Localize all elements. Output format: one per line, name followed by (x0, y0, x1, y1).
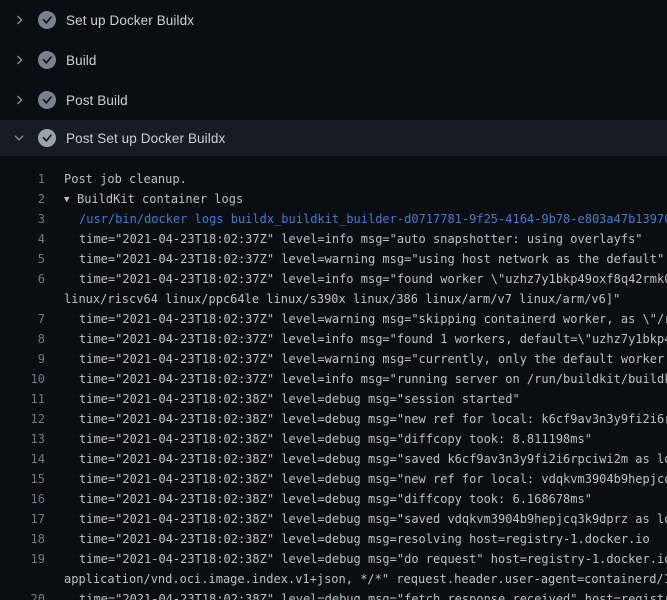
log-text: time="2021-04-23T18:02:37Z" level=warnin… (79, 309, 667, 329)
log-line: 13 time="2021-04-23T18:02:38Z" level=debu… (0, 429, 667, 449)
steps-list: Set up Docker Buildx Build Post Build Post … (0, 0, 667, 156)
chevron-right-icon (12, 52, 26, 68)
log-line: 4 time="2021-04-23T18:02:37Z" level=info … (0, 229, 667, 249)
log-line: 7 time="2021-04-23T18:02:37Z" level=warni… (0, 309, 667, 329)
line-number[interactable]: 2 (0, 189, 45, 209)
log-text: Post job cleanup. (64, 169, 187, 189)
line-number[interactable]: 15 (0, 469, 45, 489)
log-text: time="2021-04-23T18:02:38Z" level=debug … (79, 549, 667, 569)
log-line: 5 time="2021-04-23T18:02:37Z" level=warni… (0, 249, 667, 269)
log-viewer: 1 Post job cleanup. 2 ▼BuildKit container l… (0, 156, 667, 600)
line-number[interactable]: 9 (0, 349, 45, 369)
line-number[interactable]: 4 (0, 229, 45, 249)
line-number (0, 289, 45, 309)
check-circle-icon (38, 129, 56, 147)
log-line: 2 ▼BuildKit container logs (0, 189, 667, 209)
line-number[interactable]: 20 (0, 589, 45, 600)
log-text: time="2021-04-23T18:02:37Z" level=warnin… (79, 249, 664, 269)
log-text: time="2021-04-23T18:02:37Z" level=info m… (79, 329, 667, 349)
line-number[interactable]: 11 (0, 389, 45, 409)
line-number[interactable]: 6 (0, 269, 45, 289)
log-text: time="2021-04-23T18:02:37Z" level=info m… (79, 269, 667, 289)
step-label: Post Set up Docker Buildx (66, 131, 225, 146)
log-text: time="2021-04-23T18:02:38Z" level=debug … (79, 509, 667, 529)
log-line: 9 time="2021-04-23T18:02:37Z" level=warni… (0, 349, 667, 369)
log-text: time="2021-04-23T18:02:37Z" level=info m… (79, 369, 667, 389)
line-number[interactable]: 17 (0, 509, 45, 529)
chevron-right-icon (12, 12, 26, 28)
log-line: 8 time="2021-04-23T18:02:37Z" level=info … (0, 329, 667, 349)
log-line: 19 time="2021-04-23T18:02:38Z" level=debu… (0, 549, 667, 569)
line-number[interactable]: 13 (0, 429, 45, 449)
log-text: time="2021-04-23T18:02:37Z" level=warnin… (79, 349, 667, 369)
chevron-right-icon (12, 92, 26, 108)
check-circle-icon (38, 91, 56, 109)
step-label: Set up Docker Buildx (66, 13, 194, 28)
log-text: time="2021-04-23T18:02:38Z" level=debug … (79, 489, 592, 509)
line-number[interactable]: 16 (0, 489, 45, 509)
log-line: 11 time="2021-04-23T18:02:38Z" level=debu… (0, 389, 667, 409)
step-label: Build (66, 53, 97, 68)
step-row[interactable]: Post Build (0, 80, 667, 120)
log-text: time="2021-04-23T18:02:38Z" level=debug … (79, 589, 667, 600)
line-number[interactable]: 14 (0, 449, 45, 469)
log-line: 18 time="2021-04-23T18:02:38Z" level=debu… (0, 529, 667, 549)
step-row[interactable]: Set up Docker Buildx (0, 0, 667, 40)
log-line: 16 time="2021-04-23T18:02:38Z" level=debu… (0, 489, 667, 509)
log-text: time="2021-04-23T18:02:38Z" level=debug … (79, 449, 667, 469)
line-number[interactable]: 18 (0, 529, 45, 549)
check-circle-icon (38, 11, 56, 29)
log-line: 12 time="2021-04-23T18:02:38Z" level=debu… (0, 409, 667, 429)
log-line: 6 time="2021-04-23T18:02:37Z" level=info … (0, 269, 667, 289)
line-number[interactable]: 8 (0, 329, 45, 349)
step-row[interactable]: Post Set up Docker Buildx (0, 120, 667, 156)
log-line: 1 Post job cleanup. (0, 169, 667, 189)
line-number[interactable]: 7 (0, 309, 45, 329)
check-circle-icon (38, 51, 56, 69)
log-group-toggle[interactable]: ▼BuildKit container logs (64, 189, 243, 209)
log-line-continuation: linux/riscv64 linux/ppc64le linux/s390x … (0, 289, 667, 309)
log-text: time="2021-04-23T18:02:38Z" level=debug … (79, 409, 667, 429)
step-label: Post Build (66, 93, 128, 108)
group-title: BuildKit container logs (77, 192, 243, 206)
chevron-down-icon (12, 130, 26, 146)
log-line: 10 time="2021-04-23T18:02:37Z" level=info… (0, 369, 667, 389)
log-text: linux/riscv64 linux/ppc64le linux/s390x … (64, 289, 620, 309)
log-text: time="2021-04-23T18:02:38Z" level=debug … (79, 469, 667, 489)
line-number[interactable]: 10 (0, 369, 45, 389)
line-number[interactable]: 3 (0, 209, 45, 229)
line-number[interactable]: 1 (0, 169, 45, 189)
line-number (0, 569, 45, 589)
log-text: time="2021-04-23T18:02:38Z" level=debug … (79, 389, 520, 409)
log-command-text: /usr/bin/docker logs buildx_buildkit_bui… (79, 209, 667, 229)
log-text: time="2021-04-23T18:02:38Z" level=debug … (79, 529, 650, 549)
log-line-continuation: application/vnd.oci.image.index.v1+json,… (0, 569, 667, 589)
log-line: 14 time="2021-04-23T18:02:38Z" level=debu… (0, 449, 667, 469)
log-text: time="2021-04-23T18:02:37Z" level=info m… (79, 229, 643, 249)
line-number[interactable]: 5 (0, 249, 45, 269)
group-expanded-triangle-icon: ▼ (64, 190, 77, 209)
log-line: 3/usr/bin/docker logs buildx_buildkit_bu… (0, 209, 667, 229)
line-number[interactable]: 19 (0, 549, 45, 569)
actions-log-viewer: Set up Docker Buildx Build Post Build Post … (0, 0, 667, 600)
log-line: 20 time="2021-04-23T18:02:38Z" level=debu… (0, 589, 667, 600)
log-line: 15 time="2021-04-23T18:02:38Z" level=debu… (0, 469, 667, 489)
log-line: 17 time="2021-04-23T18:02:38Z" level=debu… (0, 509, 667, 529)
line-number[interactable]: 12 (0, 409, 45, 429)
log-text: time="2021-04-23T18:02:38Z" level=debug … (79, 429, 592, 449)
step-row[interactable]: Build (0, 40, 667, 80)
log-text: application/vnd.oci.image.index.v1+json,… (64, 569, 667, 589)
